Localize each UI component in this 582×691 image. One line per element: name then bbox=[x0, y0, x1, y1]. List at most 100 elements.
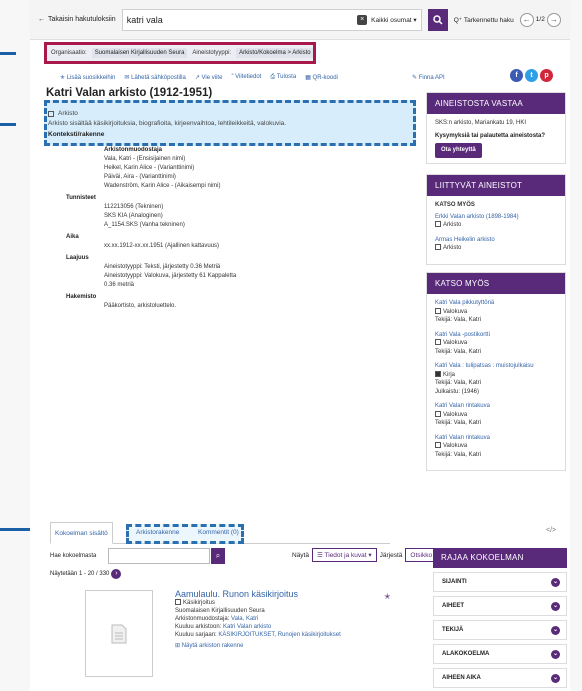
search-icon bbox=[432, 14, 443, 25]
search-icon: ⌕ bbox=[215, 551, 221, 560]
related-item[interactable]: Erkki Valan arkisto (1898-1984) Arkisto bbox=[435, 213, 557, 230]
qr-icon: ▦ bbox=[305, 75, 311, 81]
facet-location[interactable]: SIJAINTI ⌄ bbox=[433, 572, 567, 592]
clear-icon[interactable]: × bbox=[357, 14, 368, 25]
finna-api-link[interactable]: ✎ Finna API bbox=[412, 74, 445, 81]
twitter-icon[interactable]: t bbox=[525, 69, 538, 82]
search-bar: ← Takaisin hakutuloksiin × Kaikki osumat… bbox=[30, 0, 570, 40]
facet-subjects[interactable]: AIHEET ⌄ bbox=[433, 596, 567, 616]
result-title-link[interactable]: Aamulaulu. Runon käsikirjoitus bbox=[175, 590, 341, 599]
show-structure-link[interactable]: ⊞ Näytä arkiston rakenne bbox=[175, 642, 341, 650]
result-thumbnail[interactable] bbox=[85, 590, 153, 677]
collection-search-input[interactable] bbox=[108, 548, 210, 564]
tab-collection-content[interactable]: Kokoelman sisältö bbox=[50, 522, 113, 544]
document-icon bbox=[111, 624, 127, 643]
tab-comments[interactable]: Kommentit (0) bbox=[194, 522, 243, 544]
result-creator-link[interactable]: Vala, Katri bbox=[231, 616, 258, 622]
creator-link[interactable]: Heikel, Karin Alice - (Varianttinimi) bbox=[66, 164, 406, 173]
see-also-item[interactable]: Katri Valan rintakuva Valokuva Tekijä: V… bbox=[435, 434, 557, 460]
search-button[interactable] bbox=[427, 8, 448, 31]
record-details: Arkistonmuodostaja Vala, Katri - (Ensisi… bbox=[66, 146, 406, 311]
see-also-panel: KATSO MYÖS Katri Vala pikkutyttönä Valok… bbox=[426, 272, 566, 471]
record-title: Katri Valan arkisto (1912-1951) bbox=[46, 87, 213, 99]
contact-button[interactable]: Ota yhteyttä bbox=[435, 143, 482, 158]
pinterest-icon[interactable]: p bbox=[540, 69, 553, 82]
star-icon[interactable]: ✭ bbox=[384, 592, 391, 601]
chevron-down-icon: ⌄ bbox=[551, 602, 560, 611]
related-item[interactable]: Armas Heikelin arkisto Arkisto bbox=[435, 236, 557, 253]
facet-header: RAJAA KOKOELMAN SISÄLTÖÄ bbox=[433, 548, 567, 582]
print-link[interactable]: ⎙ Tulosta bbox=[270, 74, 296, 81]
scope-select[interactable]: Kaikki osumat ▾ bbox=[371, 16, 417, 24]
facebook-icon[interactable]: f bbox=[510, 69, 523, 82]
chevron-down-icon: ⌄ bbox=[551, 578, 560, 587]
record-tabs: Kokoelman sisältö Arkistorakenne Komment… bbox=[50, 522, 390, 544]
list-icon: ☰ bbox=[316, 552, 323, 559]
print-icon: ⎙ bbox=[270, 74, 276, 80]
see-also-item[interactable]: Katri Vala pikkutyttönä Valokuva Tekijä:… bbox=[435, 299, 557, 325]
arrow-left-icon: ← bbox=[38, 16, 45, 23]
result-series-link[interactable]: KÄSIKIRJOITUKSET, Runojen käsikirjoituks… bbox=[218, 632, 340, 638]
api-icon: ✎ bbox=[412, 75, 418, 81]
chevron-down-icon: ⌄ bbox=[551, 674, 560, 683]
tab-archive-structure[interactable]: Arkistorakenne bbox=[132, 522, 183, 544]
back-to-results-link[interactable]: ← Takaisin hakutuloksiin bbox=[38, 16, 116, 23]
archive-icon bbox=[435, 244, 441, 250]
favorite-link[interactable]: ✭ Lisää suosikkeihin bbox=[60, 74, 115, 81]
email-link[interactable]: ✉ Lähetä sähköpostilla bbox=[124, 74, 185, 81]
chevron-down-icon: ⌄ bbox=[551, 650, 560, 659]
archive-icon bbox=[48, 110, 54, 117]
photo-icon bbox=[435, 410, 441, 417]
search-box: × Kaikki osumat ▾ bbox=[121, 8, 422, 31]
responsible-panel: AINEISTOSTA VASTAA SKS:n arkisto, Marian… bbox=[426, 92, 566, 164]
annotation-arrow-breadcrumb bbox=[0, 52, 16, 55]
record-toolbar: ✭ Lisää suosikkeihin ✉ Lähetä sähköposti… bbox=[60, 74, 396, 81]
star-icon: ✭ bbox=[60, 75, 66, 81]
export-link[interactable]: ↗ Vie viite bbox=[195, 74, 223, 81]
type-filter[interactable]: Arkisto/Kokoelma > Arkisto bbox=[236, 48, 313, 58]
embed-icon[interactable]: </> bbox=[546, 527, 556, 534]
collection-search-button[interactable]: ⌕ bbox=[211, 548, 225, 564]
view-controls: Näytä ☰ Tiedot ja kuvat ▾ Järjestä Otsik… bbox=[292, 548, 443, 562]
record-format: Arkisto bbox=[48, 110, 78, 117]
creator-link[interactable]: Päiväi, Aira - (Varianttinimi) bbox=[66, 173, 406, 182]
export-icon: ↗ bbox=[194, 75, 200, 81]
related-panel: LIITTYVÄT AINEISTOT KATSO MYÖS Erkki Val… bbox=[426, 174, 566, 265]
annotation-arrow-record bbox=[0, 123, 16, 126]
facet-subcollection[interactable]: ALAKOKOELMA ⌄ bbox=[433, 644, 567, 664]
see-also-item[interactable]: Katri Vala -postikortti Valokuva Tekijä:… bbox=[435, 331, 557, 357]
search-input[interactable] bbox=[126, 14, 358, 25]
qr-link[interactable]: ▦ QR-koodi bbox=[305, 74, 338, 81]
next-record-button[interactable]: → bbox=[546, 12, 561, 27]
facet-subject-time[interactable]: AIHEEN AIKA ⌄ bbox=[433, 668, 567, 688]
chevron-down-icon: ⌄ bbox=[551, 626, 560, 635]
mail-icon: ✉ bbox=[124, 75, 130, 81]
result-item: Aamulaulu. Runon käsikirjoitus Käsikirjo… bbox=[175, 589, 341, 650]
record-pager: ← 1/2 → bbox=[519, 12, 561, 27]
context-structure-link[interactable]: Konteksti/rakenne bbox=[48, 131, 104, 138]
record-description: Arkisto sisältää käsikirjoituksia, biogr… bbox=[48, 120, 287, 127]
photo-icon bbox=[435, 307, 441, 314]
see-also-item[interactable]: Katri Vala : tulipatsas : muistojulkaisu… bbox=[435, 362, 557, 396]
cite-link[interactable]: ” Viitetiedot bbox=[231, 74, 261, 81]
see-also-item[interactable]: Katri Valan rintakuva Valokuva Tekijä: V… bbox=[435, 402, 557, 428]
result-count: Näytetään 1 - 20 / 330 › bbox=[50, 569, 122, 579]
prev-record-button[interactable]: ← bbox=[519, 12, 534, 27]
record-page: ← Takaisin hakutuloksiin × Kaikki osumat… bbox=[30, 0, 570, 691]
breadcrumb: Organisaatio: Suomalaisen Kirjallisuuden… bbox=[44, 42, 316, 64]
photo-icon bbox=[435, 339, 441, 345]
social-share: f t p bbox=[510, 69, 553, 82]
manuscript-icon bbox=[175, 599, 181, 605]
creator-link[interactable]: Vala, Katri - (Ensisijainen nimi) bbox=[66, 155, 406, 164]
facet-author[interactable]: TEKIJÄ ⌄ bbox=[433, 620, 567, 640]
book-icon bbox=[435, 370, 441, 377]
tree-icon: ⊞ bbox=[175, 643, 181, 649]
result-archive-link[interactable]: Katri Valan arkisto bbox=[223, 624, 271, 630]
view-select[interactable]: ☰ Tiedot ja kuvat ▾ bbox=[311, 548, 377, 562]
next-page-button[interactable]: › bbox=[111, 569, 122, 579]
quote-icon: ” bbox=[231, 74, 234, 80]
advanced-search-link[interactable]: Q⁺ Tarkennettu haku bbox=[454, 16, 514, 24]
advanced-search-icon: Q⁺ bbox=[453, 16, 463, 24]
org-filter[interactable]: Suomalaisen Kirjallisuuden Seura bbox=[91, 48, 188, 58]
creator-link[interactable]: Wadenström, Karin Alice - (Aikaisempi ni… bbox=[66, 182, 406, 191]
